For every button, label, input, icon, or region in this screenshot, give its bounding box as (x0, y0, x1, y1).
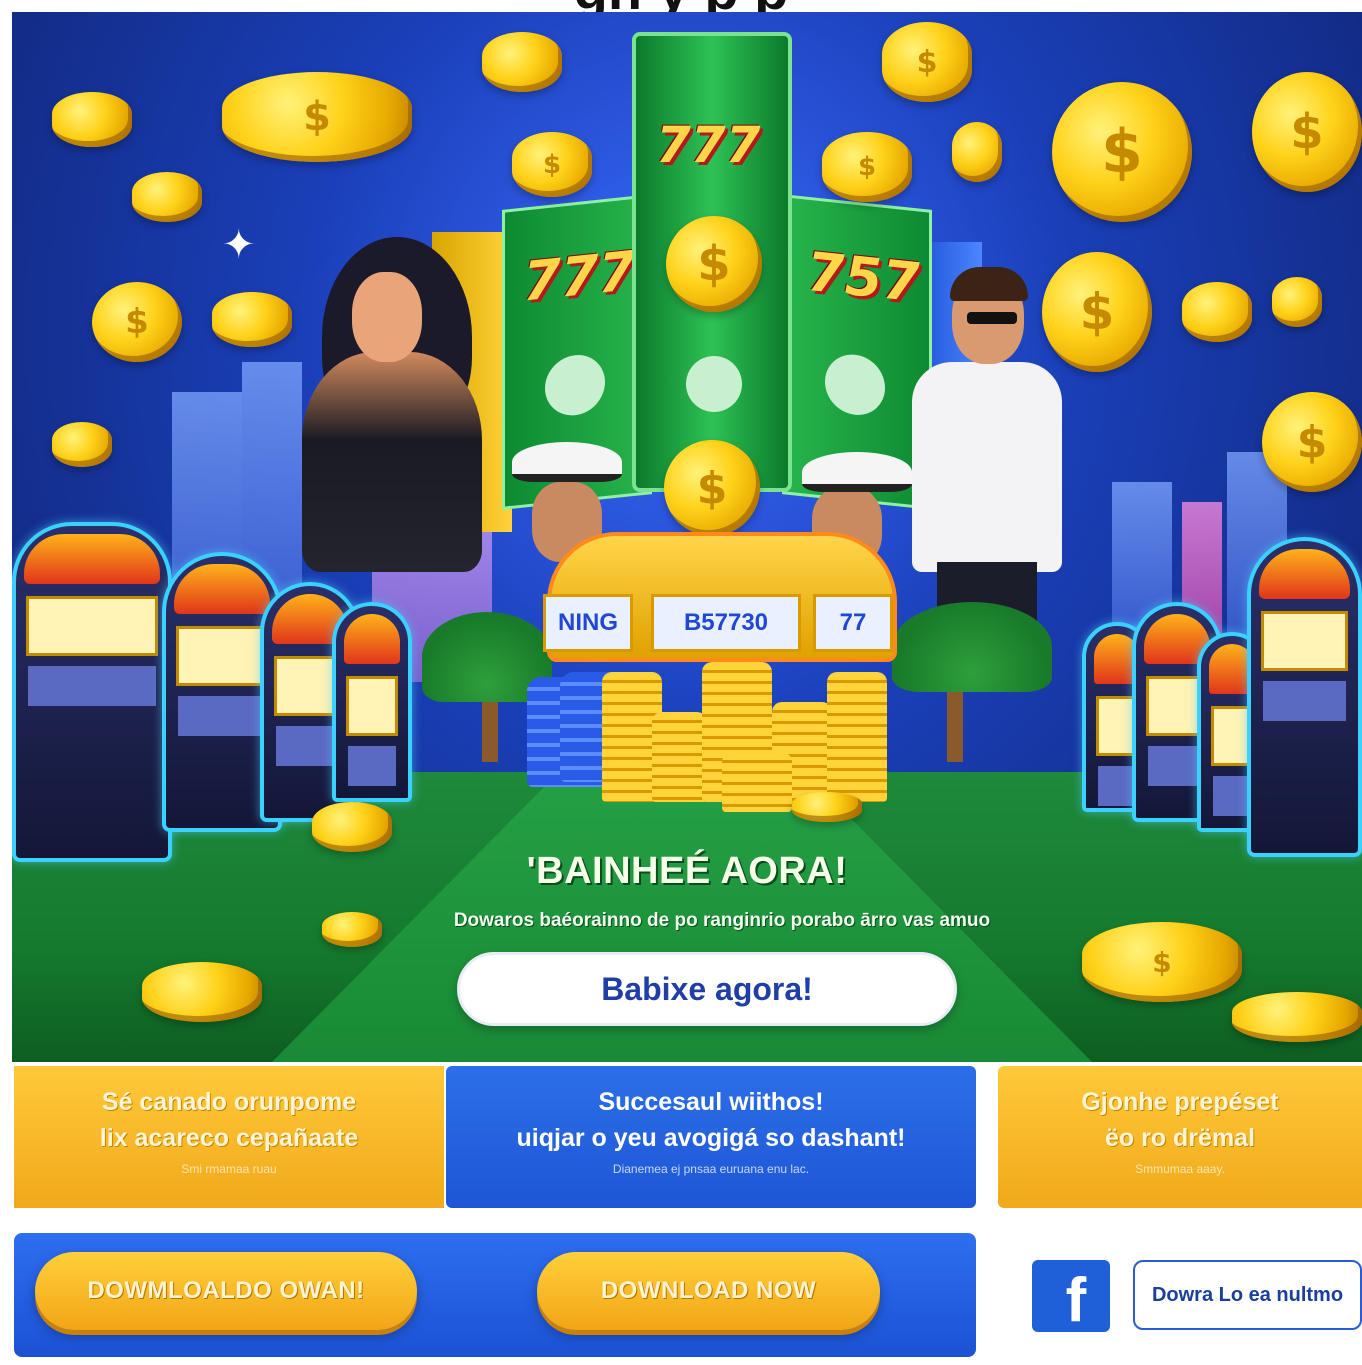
coin-icon (52, 422, 112, 467)
dollar-coin-icon: $ (822, 132, 912, 202)
sparkle-icon: ✦ (222, 223, 256, 267)
central-tower: 777 $ (632, 32, 792, 492)
coin-icon (1272, 277, 1322, 327)
sign-center-screen: B57730 (651, 594, 801, 652)
reel-right-label: 757 (807, 239, 920, 315)
dollar-coin-icon: $ (1252, 72, 1362, 192)
coin-icon (312, 802, 392, 852)
slot-machine (12, 522, 172, 862)
woman-face (352, 272, 422, 362)
woman-figure (302, 352, 482, 572)
coin-icon (142, 962, 262, 1022)
palm-tree-icon (892, 602, 1052, 692)
coin-stack (722, 752, 792, 812)
coin-icon (1182, 282, 1252, 342)
jackpot-sign: NING B57730 77 (543, 532, 897, 662)
sign-left-screen: NING (543, 594, 633, 652)
dollar-coin-icon: $ (882, 22, 972, 102)
card-title-line1: Succesaul wiithos! (598, 1088, 824, 1116)
coin-icon (212, 292, 292, 347)
coin-stack (652, 712, 707, 802)
card-title-line2: ëo ro drëmal (1104, 1124, 1256, 1152)
dollar-coin-icon: $ (666, 216, 762, 312)
reel-left-label: 777 (523, 238, 636, 314)
dollar-coin-icon: $ (1082, 922, 1242, 1002)
coin-icon (1232, 992, 1362, 1042)
hero-download-button[interactable]: Babixe agora! (457, 952, 957, 1026)
facebook-icon[interactable]: f (1032, 1260, 1110, 1332)
coin-icon (792, 792, 862, 822)
hero-banner: 777 757 777 $ $ NING B57730 77 $ $ $ $ $… (12, 12, 1362, 1062)
card-title-line2: uiqjar o yeu avogigá so dashant! (516, 1124, 906, 1152)
feature-card: Gjonhe prepéset ëo ro drëmal Smmumaa aaa… (998, 1066, 1362, 1208)
coin-icon (952, 122, 1002, 182)
card-subtitle: Dianemea ej pnsaa euruana enu lac. (612, 1162, 810, 1176)
dollar-coin-icon: $ (92, 282, 182, 362)
slot-machine (332, 602, 412, 802)
slot-machine (1247, 537, 1362, 857)
dollar-coin-icon: $ (664, 440, 760, 536)
dollar-coin-icon: $ (222, 72, 412, 162)
card-title-line1: Sé canado orunpome (101, 1088, 357, 1116)
card-title-line2: lix acareco cepañaate (99, 1124, 359, 1152)
reel-center-label: 777 (656, 116, 761, 174)
clover-icon (686, 356, 742, 412)
sign-right-screen: 77 (813, 594, 893, 652)
card-subtitle: Smi rmamaa ruau (181, 1162, 277, 1176)
download-button-left[interactable]: DOWMLOALDO OWAN! (35, 1252, 417, 1330)
man-hair (950, 267, 1028, 301)
hero-title: 'BAINHEÉ AORA! (526, 850, 848, 892)
hat-icon (512, 442, 622, 482)
dollar-coin-icon: $ (512, 132, 592, 197)
hat-icon (802, 452, 912, 492)
side-download-button[interactable]: Dowra Lo ea nultmo (1133, 1260, 1362, 1330)
dollar-coin-icon: $ (1042, 252, 1152, 372)
man-figure (912, 362, 1062, 572)
coin-icon (132, 172, 202, 222)
feature-card: Sé canado orunpome lix acareco cepañaate… (14, 1066, 444, 1208)
dollar-coin-icon: $ (1262, 392, 1362, 492)
clover-icon (825, 351, 885, 418)
coin-icon (482, 32, 562, 92)
dollar-coin-icon: $ (1052, 82, 1192, 222)
card-title-line1: Gjonhe prepéset (1081, 1088, 1279, 1116)
clover-icon (545, 352, 605, 419)
card-subtitle: Smmumaa aaay. (1135, 1162, 1225, 1176)
feature-card: Succesaul wiithos! uiqjar o yeu avogigá … (446, 1066, 976, 1208)
coin-icon (52, 92, 132, 147)
download-button-right[interactable]: DOWNLOAD NOW (537, 1252, 880, 1330)
coin-stack (827, 672, 887, 802)
sunglasses-icon (967, 312, 1017, 324)
hero-subtitle: Dowaros baéorainno de po ranginrio porab… (453, 910, 991, 931)
